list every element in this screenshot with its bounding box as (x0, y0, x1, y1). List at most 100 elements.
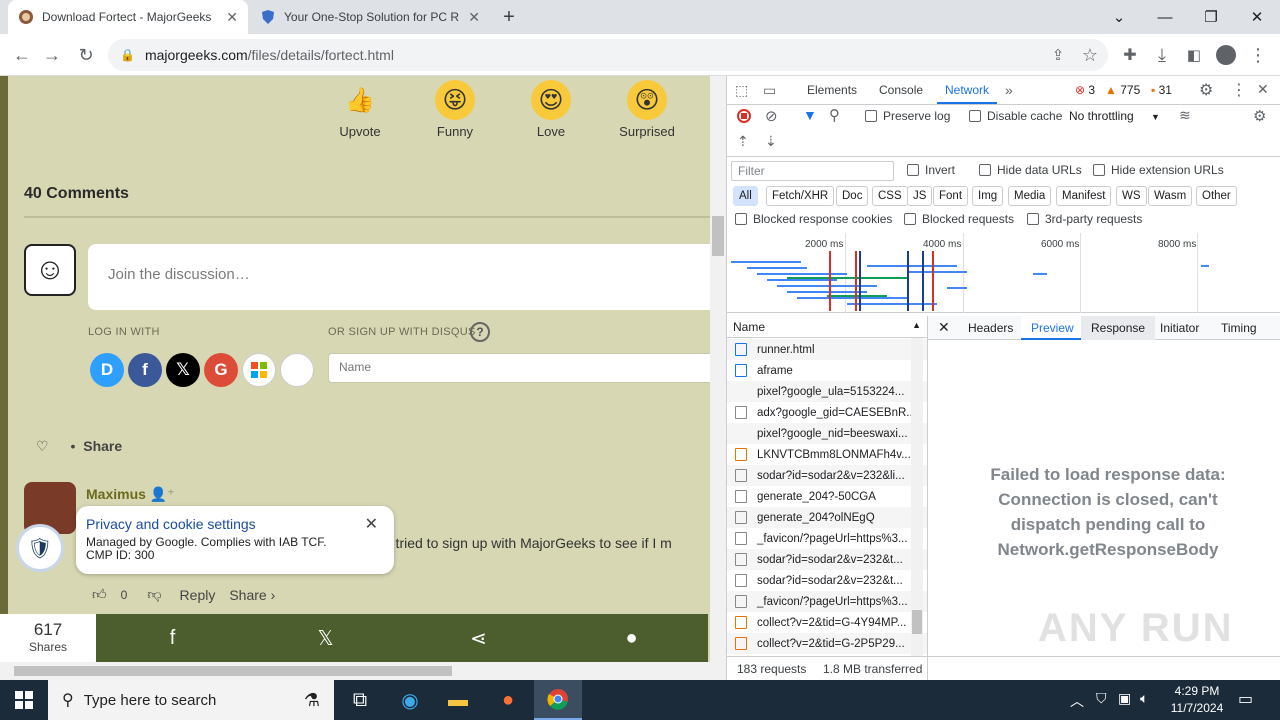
heart-icon[interactable]: ♡ (36, 438, 49, 454)
discussion-input[interactable]: Join the discussion… (88, 244, 710, 310)
reaction-love[interactable]: 😍 Love (516, 80, 586, 139)
task-view-icon[interactable]: ⧉ (336, 680, 384, 720)
minimize-button[interactable]: — (1142, 0, 1188, 34)
throttling-select[interactable]: No throttling ▼ (1069, 109, 1160, 123)
page-horizontal-scrollbar[interactable] (0, 662, 726, 680)
request-row[interactable]: collect?v=2&tid=G-2P5P29... (727, 633, 927, 654)
filter-all[interactable]: All (733, 186, 758, 206)
detail-tab-timing[interactable]: Timing (1221, 321, 1257, 335)
network-settings-gear-icon[interactable]: ⚙ (1253, 107, 1266, 125)
reaction-surprised[interactable]: 😲 Surprised (612, 80, 682, 139)
close-window-button[interactable]: ✕ (1234, 0, 1280, 34)
detail-tab-response[interactable]: Response (1081, 316, 1156, 340)
device-toolbar-icon[interactable]: ▭ (763, 82, 776, 99)
commenter-name[interactable]: Maximus 👤⁺ (86, 486, 175, 503)
scrollbar-thumb[interactable] (712, 216, 724, 256)
scrollbar-thumb[interactable] (912, 610, 922, 634)
filter-funnel-icon[interactable]: ▼ (803, 107, 817, 123)
search-icon[interactable]: ⚲ (829, 106, 840, 124)
edge-browser-icon[interactable]: ◉ (386, 680, 434, 720)
author-name[interactable]: Maximus (86, 486, 146, 502)
request-row[interactable]: sodar?id=sodar2&v=232&t... (727, 549, 927, 570)
settings-gear-icon[interactable]: ⚙ (1199, 80, 1213, 100)
restore-button[interactable]: ❐ (1188, 0, 1234, 34)
devtools-tab-elements[interactable]: Elements (807, 76, 857, 104)
clear-icon[interactable]: ⊘ (765, 107, 778, 125)
windows-start-icon[interactable] (0, 680, 48, 720)
tab-majorgeeks[interactable]: Download Fortect - MajorGeeks ✕ (8, 0, 248, 34)
menu-kebab-icon[interactable]: ⋮ (1246, 43, 1270, 67)
error-count[interactable]: ⊗ 3 (1075, 83, 1095, 97)
tab-fortect[interactable]: Your One-Stop Solution for PC R ✕ (250, 0, 490, 34)
close-icon[interactable]: ✕ (365, 514, 378, 534)
network-icon[interactable]: ▣ (1118, 690, 1131, 707)
third-party-checkbox[interactable]: 3rd-party requests (1027, 212, 1142, 226)
back-arrow-icon[interactable]: ← (10, 43, 34, 67)
devtools-menu-icon[interactable]: ⋮ (1231, 80, 1247, 100)
share-page-icon[interactable]: ⇪ (1046, 43, 1070, 67)
filter-wasm[interactable]: Wasm (1148, 186, 1193, 206)
request-row[interactable]: collect?v=2&tid=G-4Y94MP... (727, 612, 927, 633)
volume-icon[interactable]: 🔈︎ (1140, 690, 1148, 707)
bookmark-star-icon[interactable]: ☆ (1078, 43, 1102, 67)
share-comment-link[interactable]: Share › (229, 587, 275, 603)
filter-manifest[interactable]: Manifest (1056, 186, 1112, 206)
filter-img[interactable]: Img (972, 186, 1004, 206)
reload-icon[interactable]: ↻ (74, 43, 98, 67)
hide-data-urls-checkbox[interactable]: Hide data URLs (979, 163, 1082, 177)
google-login-icon[interactable]: G (204, 353, 238, 387)
filter-doc[interactable]: Doc (836, 186, 869, 206)
lock-icon[interactable]: 🔒 (120, 48, 135, 62)
facebook-share-icon[interactable]: f (96, 614, 249, 662)
inspect-element-icon[interactable]: ⬚ (735, 82, 748, 99)
reaction-funny[interactable]: 😝 Funny (420, 80, 490, 139)
name-input[interactable]: Name (328, 353, 710, 383)
privacy-shield-icon[interactable]: 🛡 (16, 524, 64, 572)
chrome-icon[interactable] (534, 680, 582, 720)
close-tab-icon[interactable]: ✕ (468, 9, 480, 26)
request-row[interactable]: sodar?id=sodar2&v=232&li... (727, 465, 927, 486)
share-icon[interactable]: ⋖ (402, 614, 555, 662)
request-list-scrollbar[interactable] (911, 338, 923, 656)
request-row[interactable]: _favicon/?pageUrl=https%3... (727, 591, 927, 612)
devtools-tab-console[interactable]: Console (879, 76, 923, 104)
facebook-login-icon[interactable]: f (128, 353, 162, 387)
forward-arrow-icon[interactable]: → (40, 43, 64, 67)
x-login-icon[interactable]: 𝕏 (166, 353, 200, 387)
show-hidden-icons-icon[interactable]: ︿ (1070, 691, 1084, 711)
filter-input[interactable]: Filter (731, 161, 894, 181)
network-timeline-overview[interactable]: 2000 ms 4000 ms 6000 ms 8000 ms (727, 233, 1280, 313)
address-bar[interactable]: 🔒 majorgeeks.com/files/details/fortect.h… (108, 39, 1108, 71)
filter-js[interactable]: JS (907, 186, 933, 206)
request-row[interactable]: pixel?google_ula=5153224... (727, 381, 927, 402)
help-icon[interactable]: ? (470, 322, 490, 342)
hide-extension-urls-checkbox[interactable]: Hide extension URLs (1093, 163, 1224, 177)
page-vertical-scrollbar[interactable] (710, 76, 726, 662)
filter-css[interactable]: CSS (872, 186, 908, 206)
thumbs-down-vote-icon[interactable]: 👎︎ (147, 586, 161, 603)
request-row[interactable]: generate_204?olNEgQ (727, 507, 927, 528)
issue-count[interactable]: ▪ 31 (1151, 83, 1172, 97)
file-explorer-icon[interactable]: ▬ (434, 680, 482, 720)
disqus-login-icon[interactable]: D (90, 353, 124, 387)
reply-button[interactable]: Reply (180, 587, 216, 603)
detail-tab-initiator[interactable]: Initiator (1160, 321, 1199, 335)
request-row[interactable]: pixel?google_nid=beeswaxi... (727, 423, 927, 444)
close-detail-icon[interactable]: ✕ (938, 319, 950, 336)
privacy-card[interactable]: Privacy and cookie settings Managed by G… (76, 506, 394, 574)
invert-checkbox[interactable]: Invert (907, 163, 955, 177)
taskbar-search-box[interactable]: ⚲ Type here to search ⚗ (48, 680, 334, 720)
detail-tab-preview[interactable]: Preview (1021, 316, 1084, 340)
request-row[interactable]: aframe (727, 360, 927, 381)
notification-icon[interactable]: ▭ (1238, 689, 1253, 709)
microsoft-login-icon[interactable] (242, 353, 276, 387)
device-icon[interactable]: ⛉ (1096, 690, 1107, 707)
record-stop-icon[interactable] (737, 109, 751, 123)
disable-cache-checkbox[interactable]: Disable cache (969, 109, 1062, 123)
name-column-header[interactable]: Name ▲ (727, 316, 927, 338)
devtools-tab-network[interactable]: Network (937, 76, 998, 104)
request-row[interactable]: _favicon/?pageUrl=https%3... (727, 528, 927, 549)
extensions-puzzle-icon[interactable]: ✚ (1118, 43, 1142, 67)
filter-media[interactable]: Media (1008, 186, 1052, 206)
import-har-icon[interactable]: ⇡ (737, 133, 749, 150)
